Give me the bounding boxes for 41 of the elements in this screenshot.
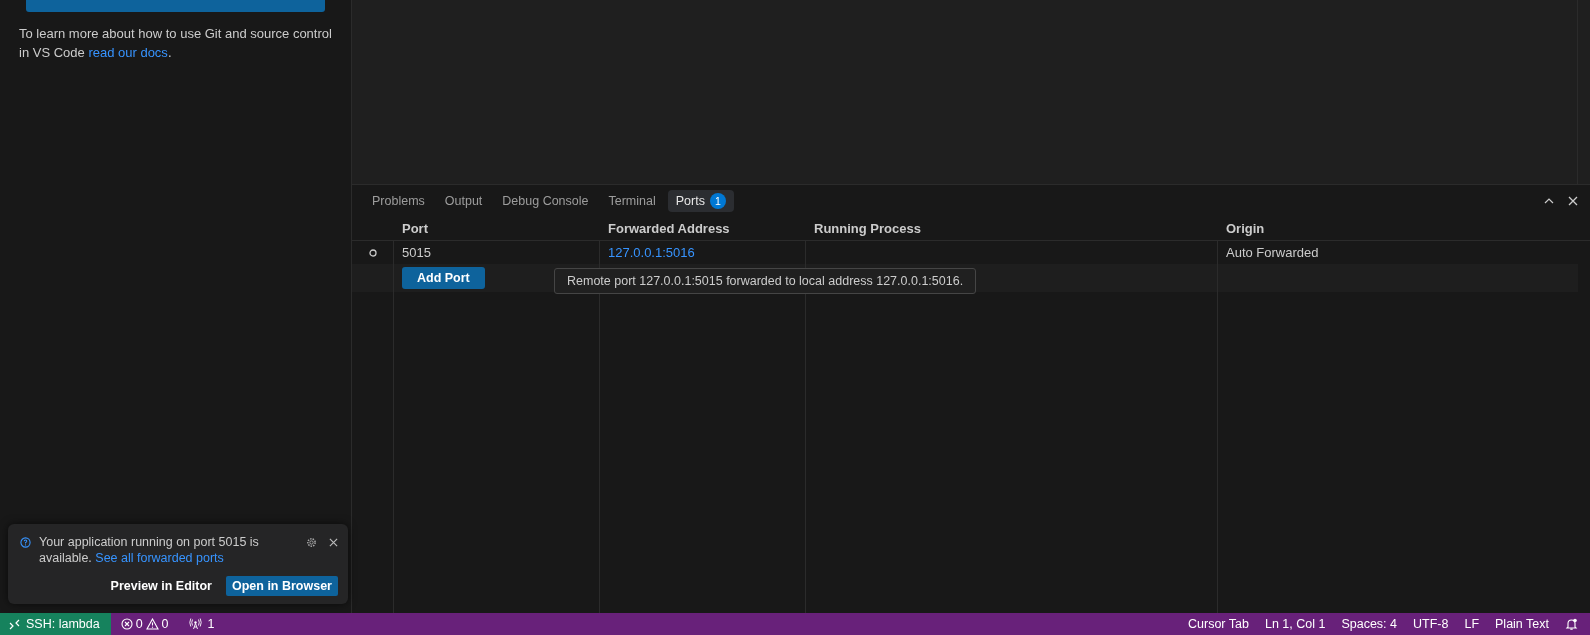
status-item[interactable]: Cursor Tab [1180, 617, 1257, 631]
panel-tab[interactable]: Ports 1 [667, 190, 734, 212]
status-item[interactable]: LF [1456, 617, 1488, 631]
tooltip: Remote port 127.0.0.1:5015 forwarded to local address 127.0.0.1:5016. [554, 268, 977, 294]
panel-tab[interactable]: Terminal [600, 190, 664, 212]
info-icon [20, 537, 31, 548]
ports-indicator[interactable]: 1 [180, 617, 223, 631]
address-link[interactable]: 127.0.0.1:5016 [608, 245, 695, 260]
remote-indicator[interactable]: SSH: lambda [0, 613, 111, 635]
table-cell: Auto Forwarded [1226, 245, 1319, 260]
add-port-button[interactable]: Add Port [402, 267, 485, 289]
notification-message: Your application running on port 5015 is available. See all forwarded ports [39, 534, 260, 566]
panel-tab[interactable]: Problems [364, 190, 433, 212]
column-header: Running Process [814, 221, 921, 236]
close-icon[interactable] [329, 538, 338, 547]
column-header: Forwarded Address [608, 221, 730, 236]
status-item[interactable]: Plain Text [1487, 617, 1557, 631]
column-header: Origin [1226, 221, 1265, 236]
close-icon[interactable] [1568, 196, 1578, 206]
error-icon [120, 618, 133, 630]
help-text: To learn more about how to use Git and source control in VS Code read our docs. [19, 25, 332, 62]
warning-icon [145, 618, 159, 630]
action-button[interactable]: Open in Browser [225, 576, 338, 596]
table-cell: 5015 [402, 245, 431, 260]
bell-icon[interactable] [1565, 617, 1578, 631]
status-item[interactable]: UTF-8 [1405, 617, 1457, 631]
problems-indicator[interactable]: 0 0 [112, 617, 177, 631]
docs-link[interactable]: read our docs [88, 45, 168, 60]
panel-tab[interactable]: Debug Console [494, 190, 597, 212]
circle-icon [368, 248, 377, 257]
gear-icon[interactable] [306, 537, 317, 548]
action-button[interactable]: Preview in Editor [104, 576, 218, 596]
remote-icon [9, 618, 20, 630]
chevron-up-icon[interactable] [1544, 198, 1554, 204]
count-badge: 1 [709, 193, 726, 209]
column-header: Port [402, 221, 428, 236]
panel-tab[interactable]: Output [436, 190, 491, 212]
antenna-icon [188, 618, 202, 630]
status-item[interactable]: Ln 1, Col 1 [1256, 617, 1334, 631]
forwarded-ports-link[interactable]: See all forwarded ports [95, 551, 224, 565]
status-item[interactable]: Spaces: 4 [1333, 617, 1405, 631]
